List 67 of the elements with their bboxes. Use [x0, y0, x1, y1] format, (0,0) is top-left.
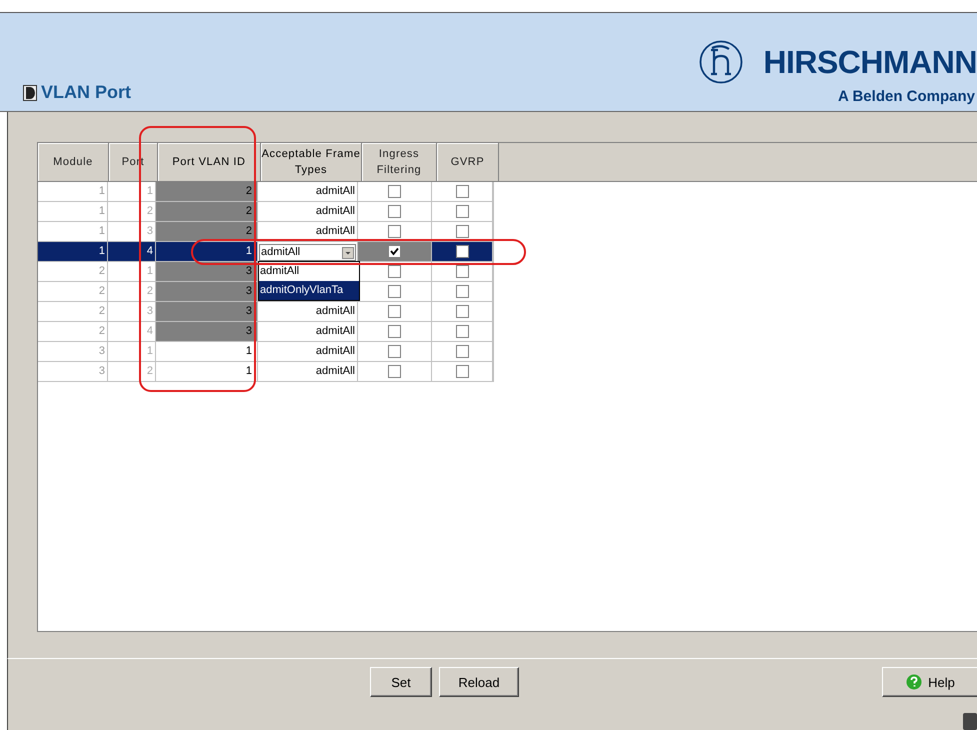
- table-cell: admitAll: [258, 322, 358, 341]
- frame-type-dropdown[interactable]: admitAll: [259, 244, 356, 261]
- checkbox[interactable]: [456, 285, 468, 298]
- checkbox[interactable]: [388, 325, 401, 338]
- page-title: VLAN Port: [41, 82, 131, 103]
- table-cell: admitAll: [258, 302, 358, 321]
- column-header: Port VLAN ID: [158, 143, 261, 181]
- table-cell: 1: [156, 242, 258, 261]
- table-cell: 2: [156, 222, 258, 241]
- brand-tagline: A Belden Company: [838, 88, 975, 105]
- table-cell: 2: [156, 182, 258, 201]
- column-header: Ingress Filtering: [362, 143, 437, 181]
- help-icon: [906, 674, 922, 690]
- table-cell: 1: [156, 342, 258, 361]
- table-cell: 1: [156, 362, 258, 381]
- checkbox[interactable]: [456, 345, 468, 358]
- checkbox[interactable]: [456, 265, 468, 278]
- checkbox[interactable]: [388, 245, 401, 258]
- table-cell: 1: [38, 202, 108, 221]
- table-cell: 3: [156, 302, 258, 321]
- table-cell: 1: [38, 242, 108, 261]
- checkbox[interactable]: [456, 245, 468, 258]
- checkbox[interactable]: [456, 185, 468, 198]
- checkbox[interactable]: [388, 305, 401, 318]
- column-header: GVRP: [437, 143, 499, 181]
- action-button[interactable]: Set: [370, 667, 432, 697]
- checkbox[interactable]: [388, 225, 401, 238]
- checkbox[interactable]: [388, 345, 401, 358]
- action-button[interactable]: Reload: [439, 667, 519, 697]
- table-cell: admitAll: [258, 182, 358, 201]
- table-cell: 3: [38, 342, 108, 361]
- table-cell: 1: [108, 342, 156, 361]
- table-cell: 2: [38, 322, 108, 341]
- table-cell: 2: [156, 202, 258, 221]
- checkbox[interactable]: [456, 225, 468, 238]
- brand-name: HIRSCHMANN: [763, 44, 977, 80]
- checkbox[interactable]: [456, 325, 468, 338]
- dropdown-option[interactable]: admitAll: [259, 262, 359, 281]
- page-icon: [23, 84, 37, 100]
- table-cell: 1: [38, 222, 108, 241]
- table-cell: admitAll: [258, 362, 358, 381]
- table-cell: admitAll: [258, 342, 358, 361]
- checkbox[interactable]: [388, 185, 401, 198]
- checkbox[interactable]: [388, 265, 401, 278]
- column-header: Acceptable Frame Types: [261, 143, 362, 181]
- table-cell: 1: [38, 182, 108, 201]
- table-cell: admitAll: [258, 222, 358, 241]
- help-button[interactable]: Help: [882, 667, 977, 697]
- table-cell: admitAll: [258, 202, 358, 221]
- checkbox[interactable]: [388, 365, 401, 378]
- table-cell: 3: [156, 262, 258, 281]
- checkbox[interactable]: [456, 365, 468, 378]
- table-cell: 4: [108, 242, 156, 261]
- checkbox[interactable]: [388, 285, 401, 298]
- checkbox[interactable]: [456, 305, 468, 318]
- table-cell: 2: [38, 302, 108, 321]
- table-cell: 3: [38, 362, 108, 381]
- dropdown-option[interactable]: admitOnlyVlanTa: [259, 281, 359, 300]
- table-cell: 2: [108, 362, 156, 381]
- table-cell: 2: [38, 262, 108, 281]
- column-header: Module: [38, 143, 109, 181]
- table-cell: 2: [38, 282, 108, 301]
- table-cell: 3: [156, 322, 258, 341]
- checkbox[interactable]: [456, 205, 468, 218]
- checkbox[interactable]: [388, 205, 401, 218]
- logo-icon: [699, 40, 744, 84]
- table-cell: 3: [156, 282, 258, 301]
